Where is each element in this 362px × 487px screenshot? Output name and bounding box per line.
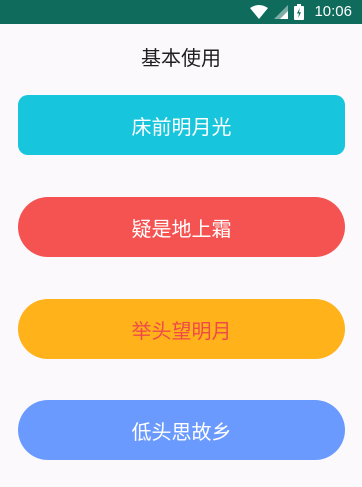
button-1-label: 床前明月光 [131,114,232,139]
button-3[interactable]: 举头望明月 [18,299,345,359]
status-bar: 10:06 [0,0,362,24]
page-title: 基本使用 [141,46,221,70]
button-1[interactable]: 床前明月光 [18,95,345,155]
button-2[interactable]: 疑是地上霜 [18,197,345,257]
status-time: 10:06 [314,3,352,20]
wifi-icon [250,5,269,19]
button-4[interactable]: 低头思故乡 [18,400,345,460]
button-3-label: 举头望明月 [131,318,232,343]
signal-icon [274,5,289,19]
button-4-label: 低头思故乡 [131,419,232,444]
battery-icon [294,4,305,20]
button-2-label: 疑是地上霜 [131,216,232,241]
